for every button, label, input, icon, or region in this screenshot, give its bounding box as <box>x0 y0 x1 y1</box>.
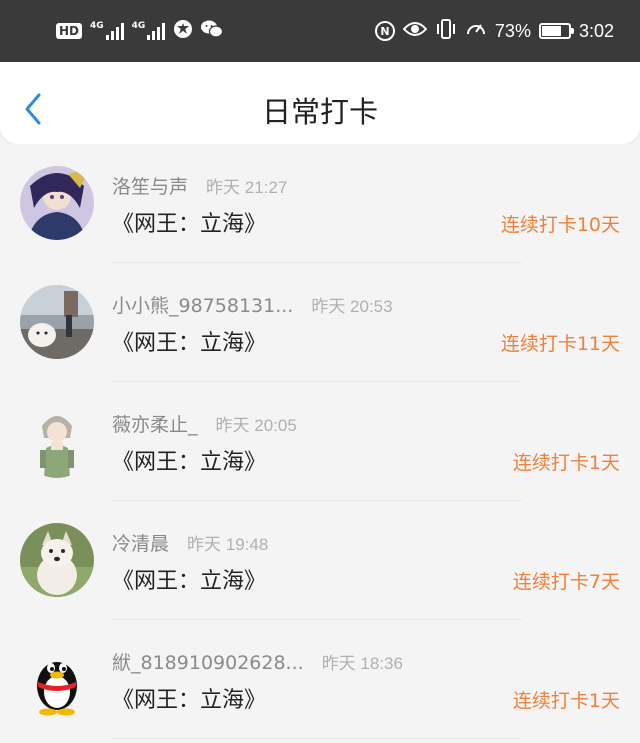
nfc-icon: N <box>374 21 395 41</box>
user-name[interactable]: 薇亦柔止_ <box>112 410 198 437</box>
dog-photo-avatar[interactable] <box>20 285 94 359</box>
status-left: HD 4G 4G <box>56 18 224 44</box>
user-name[interactable]: 洛笙与声 <box>112 172 188 199</box>
hd-icon: HD <box>56 23 83 39</box>
book-title[interactable]: 《网王：立海》 <box>112 682 266 714</box>
anime-avatar[interactable] <box>20 166 94 240</box>
item-meta: 小小熊_98758131... 昨天 20:53 <box>112 291 393 318</box>
list-item[interactable]: 冷清晨 昨天 19:48 《网王：立海》 连续打卡7天 <box>0 501 640 620</box>
browser-icon <box>173 19 193 43</box>
anime-boy-avatar[interactable] <box>20 404 94 478</box>
streak-label: 连续打卡11天 <box>500 333 620 355</box>
book-title[interactable]: 《网王：立海》 <box>112 563 266 595</box>
user-name[interactable]: 絥_818910902628... <box>112 648 304 675</box>
list-item[interactable]: 絥_818910902628... 昨天 18:36 《网王：立海》 连续打卡1… <box>0 620 640 739</box>
list-item[interactable]: 小小熊_98758131... 昨天 20:53 《网王：立海》 连续打卡11天 <box>0 263 640 382</box>
item-meta: 薇亦柔止_ 昨天 20:05 <box>112 410 297 437</box>
streak-label: 连续打卡10天 <box>500 214 620 236</box>
signal-icon: 4G <box>90 22 124 40</box>
user-name[interactable]: 小小熊_98758131... <box>112 291 293 318</box>
speed-icon <box>465 18 487 44</box>
wechat-icon <box>201 19 224 43</box>
checkin-time: 昨天 18:36 <box>321 654 403 673</box>
book-title[interactable]: 《网王：立海》 <box>112 444 266 476</box>
list-item[interactable]: 洛笙与声 昨天 21:27 《网王：立海》 连续打卡10天 <box>0 144 640 263</box>
divider <box>112 738 522 739</box>
vibrate-icon <box>435 18 457 44</box>
penguin-avatar[interactable] <box>20 642 94 716</box>
checkin-list: 洛笙与声 昨天 21:27 《网王：立海》 连续打卡10天 小小熊_987581… <box>0 144 640 743</box>
app-header: 日常打卡 <box>0 62 640 144</box>
eye-icon <box>402 20 428 42</box>
clock: 3:02 <box>578 20 614 41</box>
user-name[interactable]: 冷清晨 <box>112 529 169 556</box>
status-bar: HD 4G 4G N 73% 3:02 <box>0 0 640 62</box>
item-meta: 洛笙与声 昨天 21:27 <box>112 172 287 199</box>
checkin-time: 昨天 21:27 <box>206 178 288 197</box>
item-meta: 冷清晨 昨天 19:48 <box>112 529 268 556</box>
item-meta: 絥_818910902628... 昨天 18:36 <box>112 648 403 675</box>
checkin-time: 昨天 20:05 <box>215 416 297 435</box>
streak-label: 连续打卡7天 <box>512 571 620 593</box>
puppy-avatar[interactable] <box>20 523 94 597</box>
page-title: 日常打卡 <box>261 95 378 129</box>
streak-label: 连续打卡1天 <box>512 452 620 474</box>
checkin-time: 昨天 20:53 <box>311 297 393 316</box>
streak-label: 连续打卡1天 <box>512 690 620 712</box>
book-title[interactable]: 《网王：立海》 <box>112 206 266 238</box>
battery-icon <box>538 23 574 39</box>
battery-percent: 73% <box>494 20 531 41</box>
checkin-time: 昨天 19:48 <box>187 535 269 554</box>
status-right: N 73% 3:02 <box>374 18 614 44</box>
signal-icon: 4G <box>132 22 166 40</box>
list-item[interactable]: 薇亦柔止_ 昨天 20:05 《网王：立海》 连续打卡1天 <box>0 382 640 501</box>
book-title[interactable]: 《网王：立海》 <box>112 325 266 357</box>
